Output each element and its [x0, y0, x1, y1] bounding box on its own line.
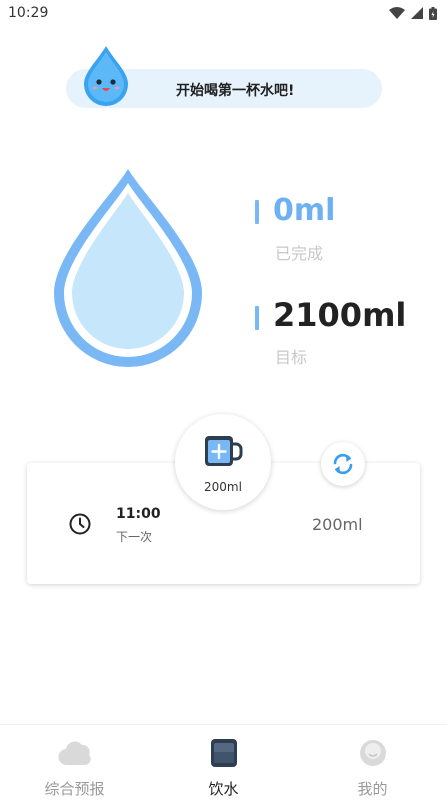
signal-icon — [411, 7, 423, 19]
clock-icon — [69, 513, 91, 535]
cup-size-value[interactable]: 200ml — [312, 515, 363, 534]
tab-forecast[interactable]: 综合预报 — [0, 725, 149, 800]
status-icons — [389, 6, 437, 20]
cloud-icon — [57, 741, 91, 766]
banner-text: 开始喝第一杯水吧! — [176, 83, 295, 99]
status-bar: 10:29 — [0, 0, 447, 26]
bottom-tab-bar: 综合预报 饮水 我的 — [0, 724, 447, 800]
goal-label: 目标 — [275, 348, 308, 367]
add-water-label: 200ml — [204, 480, 242, 494]
switch-cup-button[interactable] — [321, 442, 365, 486]
water-level-drop-icon — [54, 169, 202, 367]
tab-forecast-label: 综合预报 — [44, 780, 105, 798]
cup-add-icon — [205, 436, 243, 466]
tab-profile-label: 我的 — [357, 780, 388, 798]
next-reminder-label: 下一次 — [116, 530, 153, 544]
goal-stat-bar — [255, 306, 259, 330]
tab-profile[interactable]: 我的 — [298, 725, 447, 800]
cup-icon — [210, 739, 237, 767]
tab-drinking-label: 饮水 — [208, 780, 239, 798]
add-water-button[interactable]: 200ml — [175, 414, 271, 510]
status-time: 10:29 — [8, 5, 49, 21]
completed-label: 已完成 — [275, 244, 324, 263]
tab-drinking[interactable]: 饮水 — [149, 725, 298, 800]
completed-value: 0ml — [273, 193, 336, 228]
battery-icon — [429, 6, 437, 20]
goal-value: 2100ml — [273, 296, 407, 334]
water-drop-mascot-icon — [84, 46, 128, 106]
refresh-icon — [333, 453, 353, 475]
completed-stat-bar — [255, 200, 259, 224]
next-reminder-time: 11:00 — [116, 506, 161, 522]
wifi-icon — [389, 7, 405, 19]
profile-icon — [359, 740, 386, 766]
